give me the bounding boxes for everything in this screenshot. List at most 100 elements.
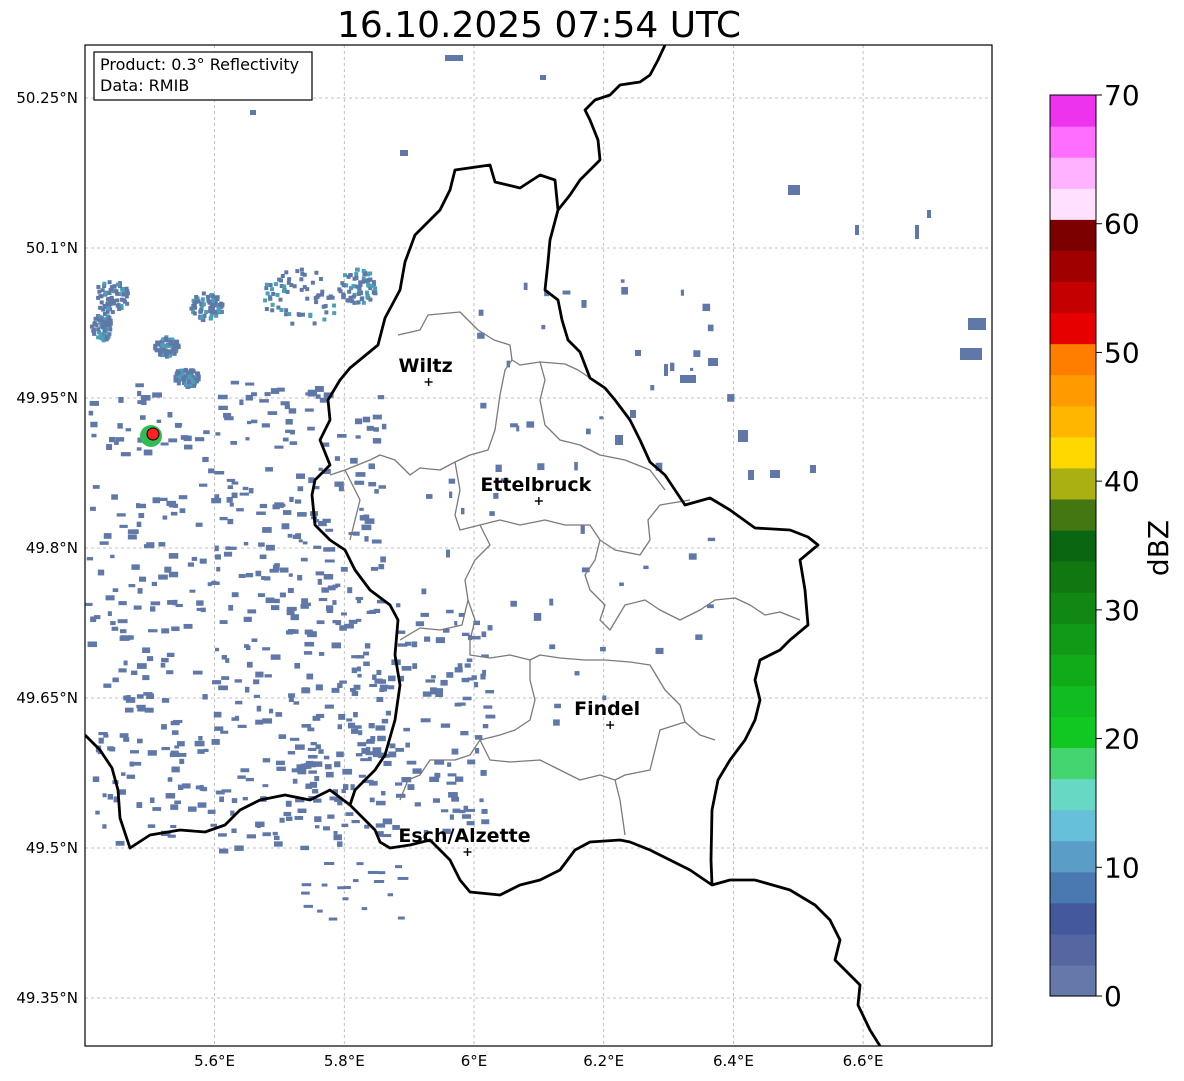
radar-echo-cell bbox=[367, 756, 372, 762]
radar-echo-cell bbox=[370, 566, 379, 571]
radar-echo-cell bbox=[201, 786, 208, 792]
radar-echo-cell bbox=[446, 781, 457, 785]
radar-echo-cell bbox=[85, 602, 93, 606]
radar-echo-cell bbox=[695, 634, 703, 640]
radar-echo-cell bbox=[127, 534, 137, 540]
radar-echo-cell bbox=[341, 612, 347, 616]
radar-echo-cell bbox=[336, 751, 344, 758]
radar-echo-cell bbox=[314, 485, 320, 490]
radar-echo-cell bbox=[376, 696, 384, 702]
radar-echo-cell bbox=[240, 768, 250, 773]
radar-echo-cell bbox=[119, 789, 127, 795]
radar-echo-cell bbox=[107, 611, 112, 616]
radar-echo-cell bbox=[255, 719, 264, 725]
radar-echo-cell bbox=[170, 750, 179, 754]
radar-echo-cell bbox=[100, 324, 105, 329]
radar-echo-cell bbox=[385, 710, 391, 716]
radar-echo-cell bbox=[202, 456, 209, 463]
radar-echo-cell bbox=[162, 344, 167, 349]
radar-echo-cell bbox=[670, 362, 675, 372]
colorbar-tick-label: 60 bbox=[1104, 208, 1140, 241]
radar-echo-cell bbox=[285, 429, 291, 434]
radar-echo-cell bbox=[323, 547, 332, 552]
radar-echo-cell bbox=[462, 696, 472, 701]
radar-echo-cell bbox=[280, 274, 285, 279]
radar-echo-cell bbox=[215, 554, 221, 560]
radar-echo-cell bbox=[326, 607, 334, 614]
radar-echo-cell bbox=[242, 796, 248, 801]
lon-tick-label: 5.6°E bbox=[194, 1052, 235, 1070]
radar-echo-cell bbox=[117, 423, 123, 429]
radar-echo-cell bbox=[259, 503, 268, 509]
radar-echo-cell bbox=[130, 750, 139, 754]
radar-echo-cell bbox=[457, 663, 463, 669]
radar-echo-cell bbox=[318, 520, 327, 527]
radar-echo-cell bbox=[401, 666, 412, 671]
radar-echo-cell bbox=[128, 584, 136, 588]
radar-echo-cell bbox=[479, 798, 484, 803]
radar-echo-cell bbox=[377, 395, 385, 400]
radar-echo-cell bbox=[927, 210, 931, 218]
radar-echo-cell bbox=[369, 683, 378, 687]
radar-echo-cell bbox=[166, 652, 175, 658]
radar-echo-cell bbox=[198, 483, 208, 487]
radar-echo-cell bbox=[690, 367, 694, 371]
radar-echo-cell bbox=[481, 819, 490, 825]
radar-echo-cell bbox=[325, 528, 334, 532]
radar-echo-cell bbox=[98, 737, 104, 744]
radar-echo-cell bbox=[187, 806, 197, 812]
radar-echo-cell bbox=[246, 420, 252, 425]
radar-echo-cell bbox=[325, 771, 334, 778]
radar-echo-cell bbox=[227, 485, 234, 489]
radar-echo-cell bbox=[125, 301, 130, 306]
radar-echo-cell bbox=[314, 270, 319, 275]
radar-echo-cell bbox=[273, 835, 280, 841]
colorbar-segment bbox=[1050, 157, 1096, 189]
radar-echo-cell bbox=[510, 423, 518, 428]
radar-echo-cell bbox=[161, 657, 169, 663]
radar-echo-cell bbox=[264, 674, 272, 678]
radar-echo-cell bbox=[136, 663, 147, 669]
radar-echo-cell bbox=[147, 750, 157, 756]
radar-echo-cell bbox=[109, 436, 116, 443]
lat-tick-label: 50.25°N bbox=[16, 89, 78, 107]
radar-echo-cell bbox=[405, 742, 410, 748]
radar-echo-cell bbox=[221, 789, 232, 793]
radar-echo-cell bbox=[314, 385, 324, 392]
radar-echo-cell bbox=[655, 647, 664, 655]
radar-echo-cell bbox=[378, 485, 387, 489]
colorbar-segment bbox=[1050, 840, 1096, 873]
radar-echo-cell bbox=[142, 675, 150, 681]
radar-echo-cell bbox=[810, 465, 816, 473]
radar-echo-cell bbox=[415, 621, 425, 627]
colorbar-segment bbox=[1050, 778, 1096, 811]
radar-echo-cell bbox=[117, 307, 122, 312]
radar-echo-cell bbox=[383, 760, 392, 767]
radar-echo-cell bbox=[350, 457, 358, 464]
colorbar-tick-label: 40 bbox=[1104, 465, 1140, 498]
radar-echo-cell bbox=[297, 574, 303, 581]
radar-echo-cell bbox=[259, 554, 267, 560]
radar-echo-cell bbox=[599, 416, 604, 420]
radar-echo-cell bbox=[124, 707, 134, 713]
radar-echo-cell bbox=[140, 395, 151, 401]
radar-echo-cell bbox=[244, 686, 250, 693]
radar-echo-cell bbox=[211, 294, 216, 299]
radar-echo-cell bbox=[375, 800, 386, 806]
city-label: Findel bbox=[574, 698, 640, 720]
radar-echo-cell bbox=[107, 290, 112, 295]
radar-echo-cell bbox=[102, 824, 107, 829]
radar-echo-cell bbox=[261, 423, 270, 428]
radar-echo-cell bbox=[301, 891, 310, 895]
radar-echo-cell bbox=[120, 452, 131, 457]
radar-echo-cell bbox=[274, 502, 284, 508]
radar-echo-cell bbox=[366, 610, 377, 615]
radar-echo-cell bbox=[214, 471, 225, 475]
radar-echo-cell bbox=[447, 773, 457, 777]
radar-echo-cell bbox=[362, 272, 367, 277]
radar-echo-cell bbox=[157, 352, 162, 357]
radar-echo-cell bbox=[163, 348, 168, 353]
radar-echo-cell bbox=[370, 283, 375, 288]
radar-echo-cell bbox=[136, 802, 143, 808]
colorbar-segments bbox=[1050, 95, 1096, 997]
